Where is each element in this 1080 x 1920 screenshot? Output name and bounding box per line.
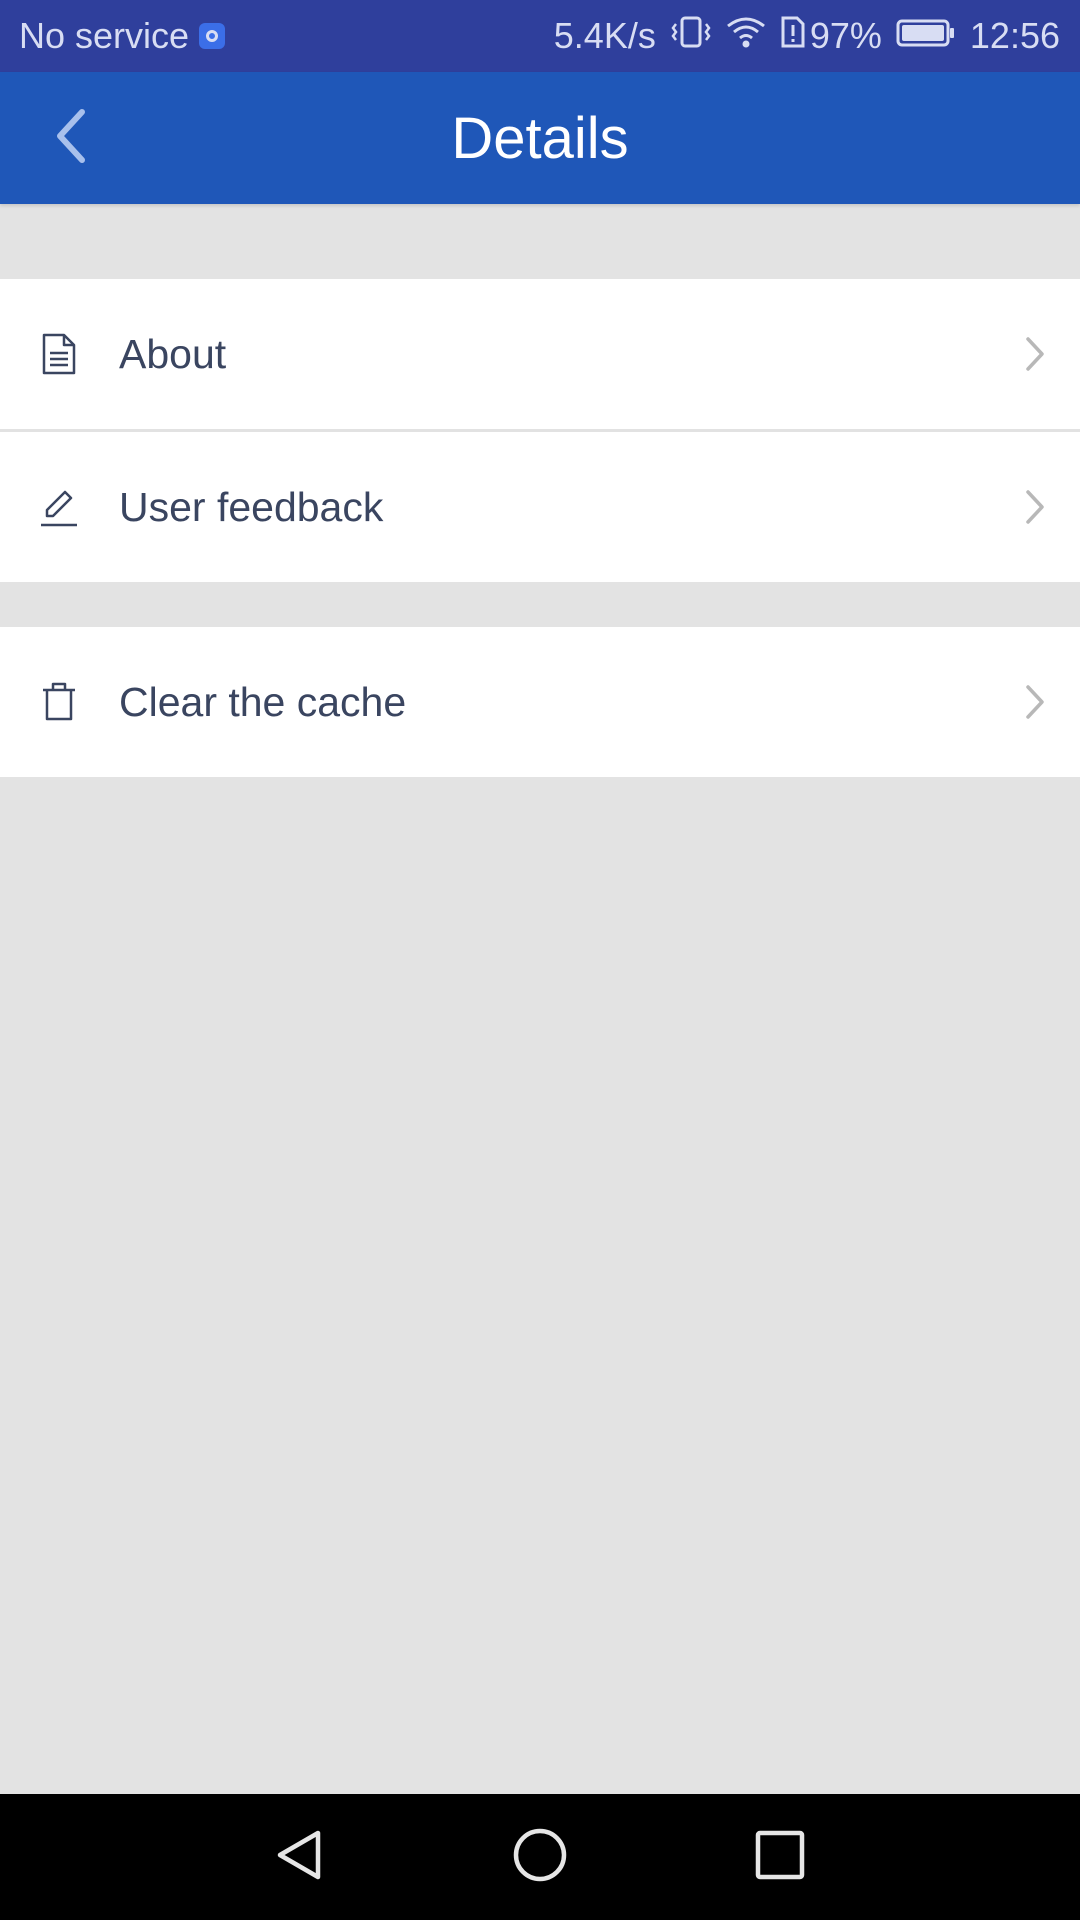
trash-icon [38,681,80,723]
battery-percent: 97% [809,15,882,56]
nav-home-button[interactable] [505,1822,575,1892]
clock: 12:56 [969,15,1060,56]
sim-alert-icon [780,14,806,59]
battery-icon [896,15,956,57]
system-nav-bar [0,1794,1080,1920]
settings-group-1: About User feedback [0,279,1080,582]
nav-recents-button[interactable] [745,1822,815,1892]
nav-back-button[interactable] [265,1822,335,1892]
page-title: Details [451,105,629,171]
chevron-right-icon [1020,332,1050,376]
status-right: 5.4K/s 97% 12:56 [554,14,1060,59]
menu-item-user-feedback[interactable]: User feedback [0,432,1080,582]
pencil-icon [38,486,80,528]
chevron-right-icon [1020,485,1050,529]
app-notification-icon [199,23,226,49]
status-left: No service [19,15,226,57]
wifi-icon [726,14,766,59]
carrier-text: No service [19,15,190,56]
status-bar: No service 5.4K/s 97% 12:56 [0,0,1080,72]
menu-item-label: About [119,330,227,377]
menu-item-clear-cache[interactable]: Clear the cache [0,627,1080,777]
menu-item-label: Clear the cache [119,678,407,725]
back-triangle-icon [272,1827,328,1888]
menu-item-about[interactable]: About [0,279,1080,432]
back-button[interactable] [30,98,110,178]
settings-group-2: Clear the cache [0,627,1080,777]
app-header: Details [0,72,1080,204]
chevron-left-icon [50,106,90,171]
chevron-right-icon [1020,680,1050,724]
vibrate-icon [670,14,712,59]
document-icon [38,333,80,375]
home-circle-icon [512,1827,568,1888]
recents-square-icon [754,1829,806,1886]
network-speed: 5.4K/s [553,15,656,56]
menu-item-label: User feedback [119,483,384,530]
